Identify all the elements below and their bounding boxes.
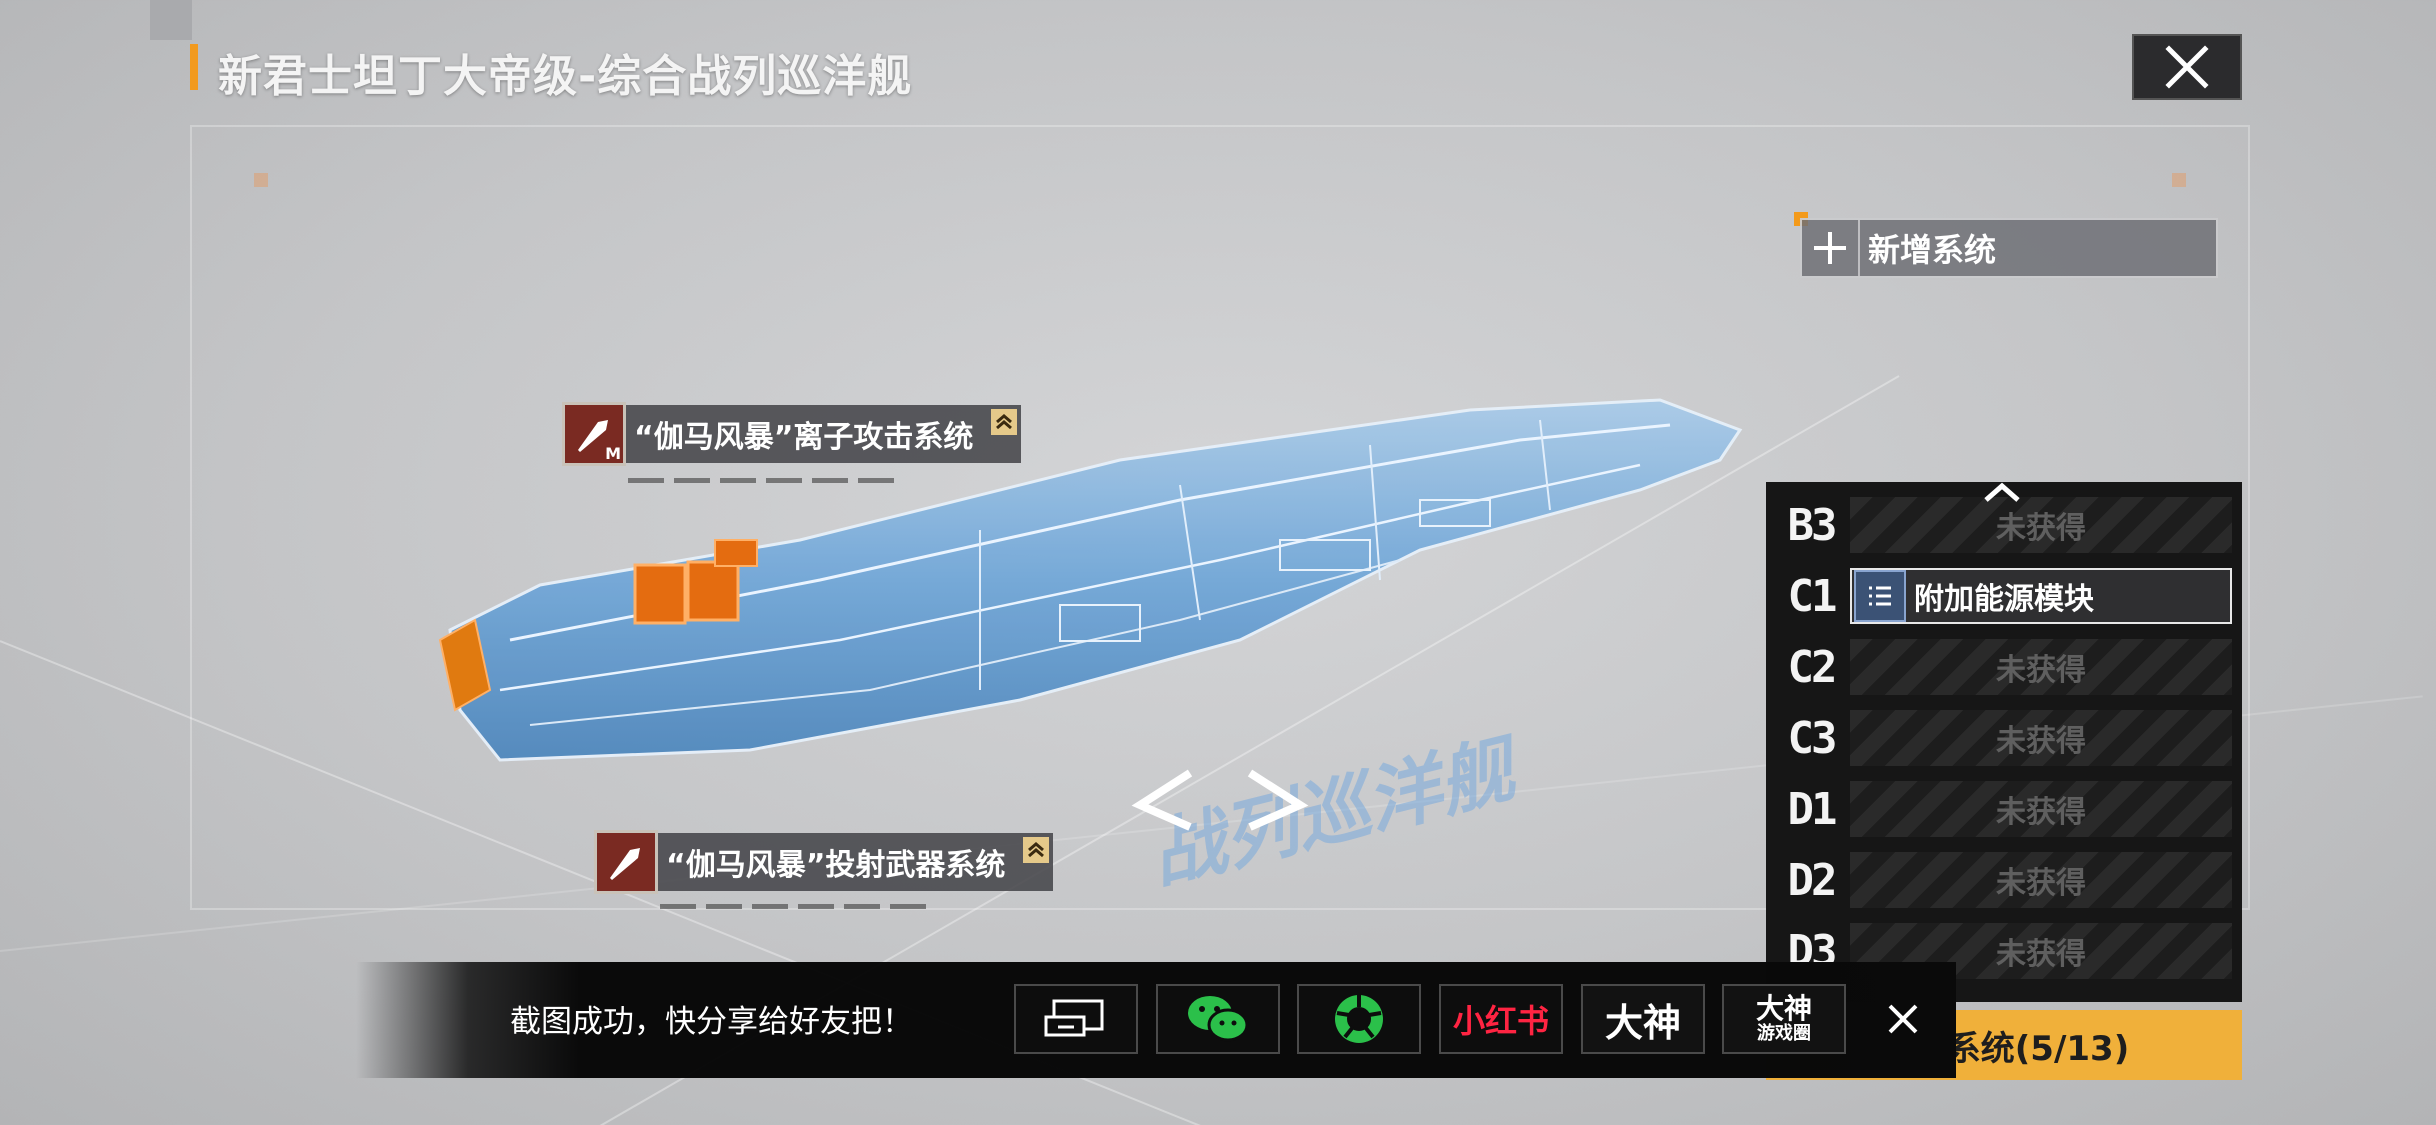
callout-label: “伽马风暴”投射武器系统 xyxy=(666,848,1006,883)
slot-status: 未获得 xyxy=(1850,852,2232,908)
missile-icon: M xyxy=(562,402,626,466)
share-close-button[interactable] xyxy=(1880,996,1926,1042)
callout-label: “伽马风暴”离子攻击系统 xyxy=(634,420,974,455)
slot-status: 附加能源模块 xyxy=(1914,582,2094,617)
size-tag: M xyxy=(605,444,621,463)
slot-row-c1[interactable]: C1 附加能源模块 xyxy=(1776,565,2232,627)
missile-icon xyxy=(594,830,658,894)
level-bar xyxy=(628,478,1021,483)
slot-row-c3[interactable]: C3 未获得 xyxy=(1776,707,2232,769)
slot-row-c2[interactable]: C2 未获得 xyxy=(1776,636,2232,698)
slot-code: C3 xyxy=(1787,712,1838,764)
list-icon xyxy=(1854,570,1906,622)
close-button[interactable] xyxy=(2132,34,2242,100)
slot-status: 未获得 xyxy=(1850,781,2232,837)
level-bar xyxy=(660,904,1053,909)
slot-row-d2[interactable]: D2 未获得 xyxy=(1776,849,2232,911)
slot-row-d1[interactable]: D1 未获得 xyxy=(1776,778,2232,840)
chevron-up-icon[interactable] xyxy=(1982,480,2022,504)
rank-chevron-icon xyxy=(991,409,1018,435)
share-message: 截图成功，快分享给好友把！ xyxy=(510,1004,913,1040)
slot-status: 未获得 xyxy=(1850,497,2232,553)
dashen-label: 大神 xyxy=(1604,1000,1681,1045)
slot-status: 未获得 xyxy=(1850,639,2232,695)
slot-code: C1 xyxy=(1787,570,1838,622)
stage-bracket-icon xyxy=(1131,769,1309,831)
slot-status: 未获得 xyxy=(1850,710,2232,766)
add-system-button[interactable]: 新增系统 xyxy=(1800,218,2218,278)
add-system-label: 新增系统 xyxy=(1868,231,1997,269)
close-icon xyxy=(1888,1004,1918,1034)
dashen-circle-bottom-label: 游戏圈 xyxy=(1757,1023,1811,1044)
xiaohongshu-label: 小红书 xyxy=(1452,1002,1549,1040)
projectile-weapon-system-callout[interactable]: “伽马风暴”投射武器系统 xyxy=(594,830,1054,909)
wechat-icon xyxy=(1188,996,1249,1042)
share-wechat-button[interactable] xyxy=(1156,984,1280,1054)
rank-chevron-icon xyxy=(1023,837,1050,863)
share-moments-button[interactable] xyxy=(1297,984,1421,1054)
frame-marker xyxy=(2172,173,2186,187)
slot-code: D1 xyxy=(1787,783,1838,835)
page-title: 新君士坦丁大帝级-综合战列巡洋舰 xyxy=(218,51,913,102)
dashen-circle-top-label: 大神 xyxy=(1755,992,1812,1025)
share-dashen-button[interactable]: 大神 xyxy=(1581,984,1705,1054)
ion-attack-system-callout[interactable]: M “伽马风暴”离子攻击系统 xyxy=(562,402,1022,483)
slot-code: C2 xyxy=(1787,641,1838,693)
share-xiaohongshu-button[interactable]: 小红书 xyxy=(1439,984,1563,1054)
title-accent xyxy=(190,44,198,90)
share-window-button[interactable] xyxy=(1014,984,1138,1054)
wechat-moments-icon xyxy=(1335,995,1383,1043)
slot-code: D2 xyxy=(1787,854,1838,906)
system-slot-list[interactable]: B3 未获得 C1 附加能源模块 C2 未获得 C3 未获得 D1 未获得 D2… xyxy=(1766,482,2242,1002)
plus-icon xyxy=(1802,220,1860,276)
frame-marker xyxy=(254,173,268,187)
corner-marker xyxy=(150,0,192,40)
slot-code: B3 xyxy=(1787,499,1838,551)
close-x-icon xyxy=(2165,45,2209,89)
window-share-icon xyxy=(1044,999,1104,1037)
share-dashen-circle-button[interactable]: 大神 游戏圈 xyxy=(1722,984,1846,1054)
